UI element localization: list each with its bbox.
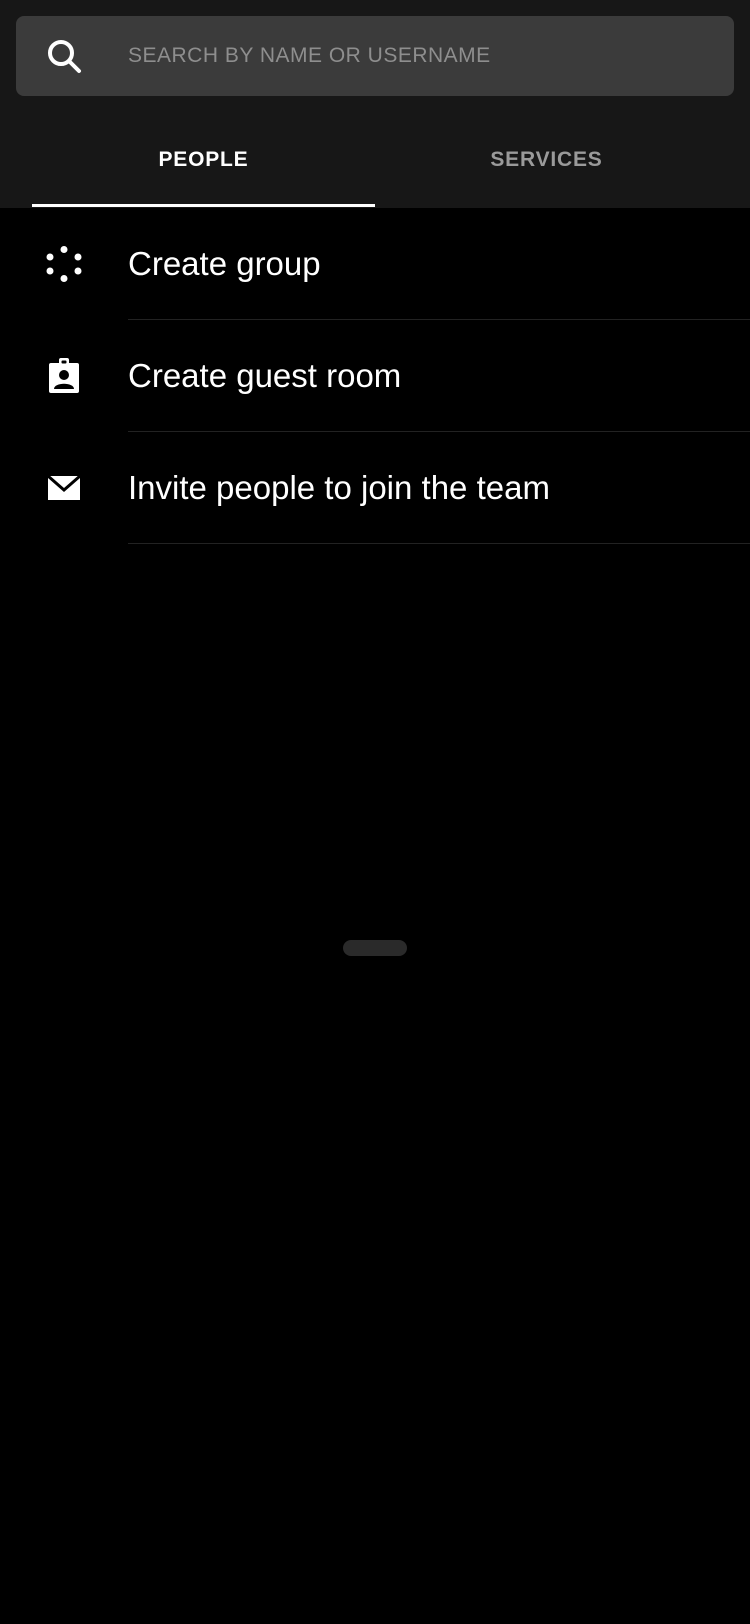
divider (128, 543, 750, 544)
badge-icon (49, 358, 79, 393)
drag-handle[interactable] (343, 940, 407, 956)
search-input[interactable] (112, 16, 728, 96)
tab-people[interactable]: PEOPLE (32, 112, 375, 208)
tab-bar: PEOPLE SERVICES (0, 112, 750, 208)
envelope-icon (47, 474, 81, 500)
create-group-item[interactable]: Create group (0, 208, 750, 320)
actions-list: Create group Create guest room Invite pe… (0, 208, 750, 544)
create-guest-room-item[interactable]: Create guest room (0, 320, 750, 432)
invite-people-item[interactable]: Invite people to join the team (0, 432, 750, 544)
create-group-label: Create group (128, 245, 321, 282)
active-tab-indicator (32, 204, 375, 207)
search-icon (48, 40, 81, 73)
create-guest-room-label: Create guest room (128, 357, 402, 394)
invite-people-label: Invite people to join the team (128, 469, 550, 506)
search-box[interactable] (16, 16, 734, 96)
header: PEOPLE SERVICES (0, 0, 750, 208)
group-icon (46, 246, 82, 282)
tab-services[interactable]: SERVICES (375, 112, 718, 208)
